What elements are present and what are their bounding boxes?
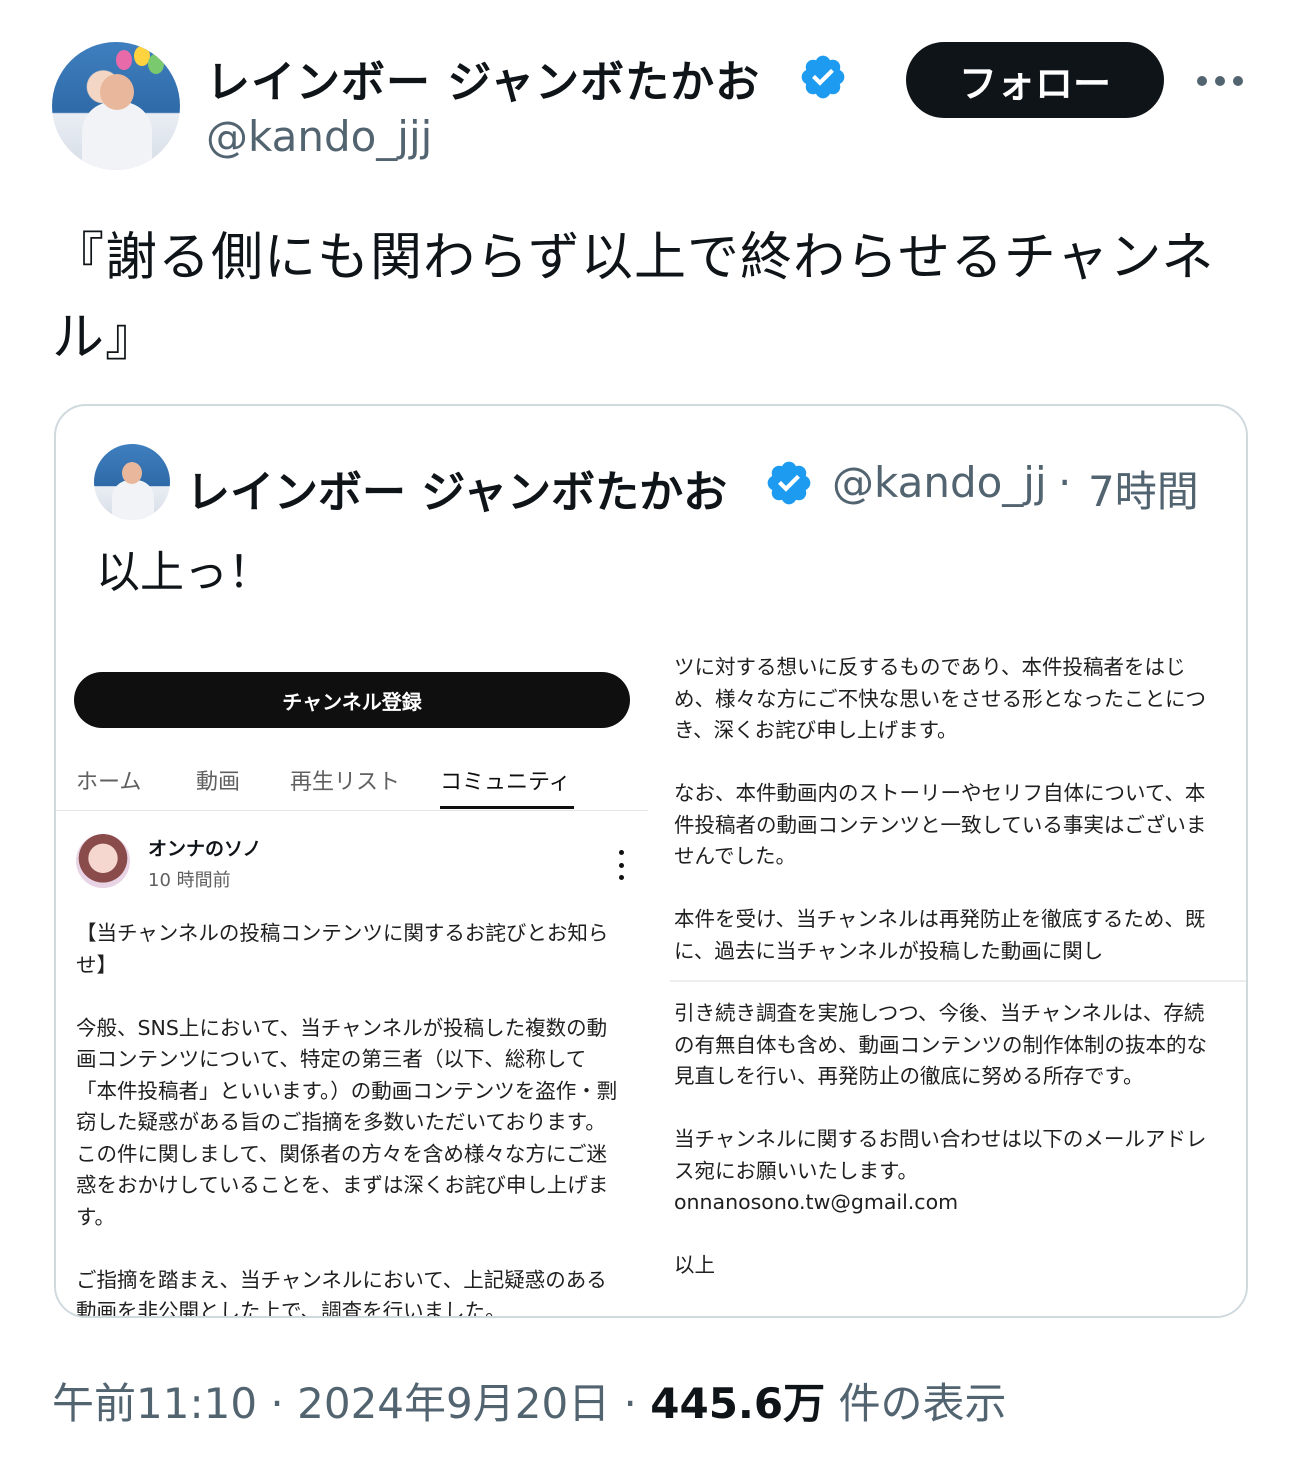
verified-badge-icon — [767, 461, 811, 505]
separator-dot: · — [623, 1379, 637, 1428]
statement-paragraph: 引き続き調査を実施しつつ、今後、当チャンネルは、存続の有無自体も含め、動画コンテ… — [674, 1001, 1207, 1088]
kebab-menu-icon — [616, 850, 626, 880]
tweet-text: 『謝る側にも関わらず以上で終わらせるチャンネル』 — [52, 228, 1215, 368]
contact-email: onnanosono.tw@gmail.com — [674, 1190, 959, 1214]
statement-paragraph: 当チャンネルに関するお問い合わせは以下のメールアドレス宛にお願いいたします。 — [674, 1127, 1207, 1183]
channel-avatar — [76, 834, 130, 888]
post-author: オンナのソノ — [148, 838, 262, 860]
active-tab-indicator — [440, 806, 574, 809]
statement-closing: 以上 — [674, 1253, 715, 1277]
tweet-date[interactable]: 2024年9月20日 — [297, 1379, 610, 1428]
attached-image-right[interactable]: ツに対する想いに反するものであり、本件投稿者をはじめ、様々な方にご不快な思いをさ… — [670, 642, 1246, 1316]
balloon-shape — [116, 50, 132, 70]
post-paragraph: 【当チャンネルの投稿コンテンツに関するお詫びとお知らせ】 — [76, 921, 609, 977]
tweet-meta: 午前11:10 · 2024年9月20日 · 445.6万 件の表示 — [52, 1370, 1007, 1431]
tweet-time[interactable]: 午前11:10 — [52, 1379, 257, 1428]
separator-dot: · — [270, 1379, 284, 1428]
statement-text-top: ツに対する想いに反するものであり、本件投稿者をはじめ、様々な方にご不快な思いをさ… — [674, 652, 1222, 978]
subscribe-button: チャンネル登録 — [74, 672, 630, 728]
post-paragraph: 今般、SNS上において、当チャンネルが投稿した複数の動画コンテンツについて、特定… — [76, 1015, 618, 1229]
more-options-icon[interactable] — [1190, 56, 1250, 106]
author-handle[interactable]: @kando_jjj — [206, 112, 432, 161]
view-count[interactable]: 445.6万 — [650, 1379, 825, 1428]
tab-playlists: 再生リスト — [290, 770, 401, 795]
avatar-head — [100, 74, 134, 110]
post-paragraph: ご指摘を踏まえ、当チャンネルにおいて、上記疑惑のある動画を非公開とした上で、調査… — [76, 1267, 607, 1317]
verified-badge-icon — [801, 55, 845, 99]
quoted-author-avatar — [94, 444, 170, 520]
statement-paragraph: 本件を受け、当チャンネルは再発防止を徹底するため、既に、過去に当チャンネルが投稿… — [674, 907, 1206, 963]
quoted-author-display-name: レインボー ジャンボたかお — [186, 467, 728, 518]
author-avatar[interactable] — [52, 42, 180, 170]
tab-community: コミュニティ — [440, 770, 571, 795]
quoted-author-handle: @kando_jj — [832, 458, 1047, 507]
view-count-label: 件の表示 — [838, 1379, 1007, 1428]
follow-button[interactable]: フォロー — [906, 42, 1164, 118]
post-body: 【当チャンネルの投稿コンテンツに関するお詫びとお知らせ】 今般、SNS上において… — [76, 918, 626, 1316]
channel-tabs: ホーム 動画 再生リスト コミュニティ — [56, 754, 648, 811]
statement-paragraph: ツに対する想いに反するものであり、本件投稿者をはじめ、様々な方にご不快な思いをさ… — [674, 655, 1206, 742]
separator-dot: · — [1058, 458, 1072, 507]
statement-text-bottom: 引き続き調査を実施しつつ、今後、当チャンネルは、存続の有無自体も含め、動画コンテ… — [674, 998, 1222, 1313]
quoted-tweet-card[interactable]: レインボー ジャンボたかお @kando_jj · 7時間 以上っ！ チャンネル… — [54, 404, 1248, 1318]
avatar-figure — [82, 102, 152, 170]
post-time: 10 時間前 — [148, 870, 231, 891]
tab-home: ホーム — [76, 770, 142, 795]
attached-image-left[interactable]: チャンネル登録 ホーム 動画 再生リスト コミュニティ オンナのソノ 10 時間… — [56, 642, 648, 1316]
quoted-time: 7時間 — [1088, 467, 1199, 516]
quoted-tweet-text: 以上っ！ — [96, 547, 272, 598]
author-display-name[interactable]: レインボー ジャンボたかお — [206, 46, 760, 110]
screenshot-divider — [670, 980, 1246, 982]
balloon-shape — [148, 54, 164, 74]
statement-paragraph: なお、本件動画内のストーリーやセリフ自体について、本件投稿者の動画コンテンツと一… — [674, 781, 1207, 868]
tab-videos: 動画 — [196, 770, 241, 795]
